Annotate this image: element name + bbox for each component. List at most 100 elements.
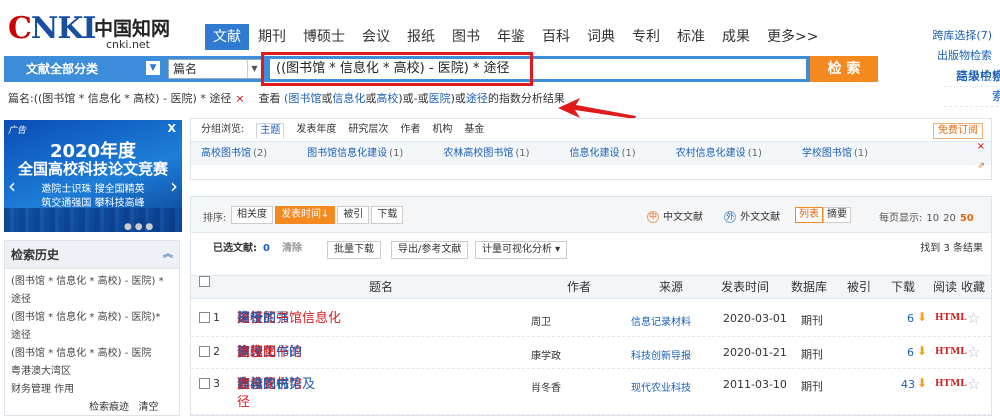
history-item[interactable]: 财务管理 作用 (5, 381, 179, 399)
view-list-button[interactable]: 列表 (795, 207, 823, 223)
row-author-link[interactable]: 周卫 (531, 313, 551, 328)
history-item[interactable]: (图书馆 * 信息化 * 高校) - 医院 (5, 345, 179, 363)
nav-item[interactable]: 专利 (624, 24, 668, 50)
chinese-docs-link[interactable]: 中中文文献 (647, 211, 703, 223)
row-source-link[interactable]: 科技创新导报 (631, 347, 691, 362)
free-subscribe-button[interactable]: 免费订阅 (933, 123, 983, 139)
row-read-html-link[interactable]: HTML (935, 313, 967, 323)
row-read-html-link[interactable]: HTML (935, 347, 967, 357)
col-db: 数据库 (791, 280, 828, 294)
view-abstract-button[interactable]: 摘要 (823, 207, 851, 223)
group-tab[interactable]: 发表年度 (296, 123, 336, 139)
nav-item[interactable]: 文献 (205, 24, 249, 50)
export-button[interactable]: 导出/参考文献 (391, 241, 469, 259)
nav-item[interactable]: 图书 (444, 24, 488, 50)
col-date[interactable]: 发表时间 (721, 276, 769, 298)
current-condition: 篇名:((图书馆 * 信息化 * 高校) - 医院) * 途径 (8, 92, 232, 105)
col-cited[interactable]: 被引 (847, 276, 871, 298)
history-item[interactable]: 粤港澳大湾区 (5, 363, 179, 381)
group-item[interactable]: 农村信息化建设 (1) (676, 148, 782, 159)
view-toggle: 列表 摘要 (795, 207, 851, 223)
download-icon[interactable]: ⬇ (917, 310, 927, 324)
clear-link[interactable]: 清除 (282, 243, 302, 254)
history-item[interactable]: (图书馆 * 信息化 * 高校) - 医院) * 途径 (5, 273, 179, 309)
close-icon[interactable]: × (977, 141, 985, 152)
sort-option[interactable]: 被引 (337, 206, 370, 224)
close-icon[interactable]: × (235, 92, 244, 105)
row-read-html-link[interactable]: HTML (935, 379, 967, 389)
group-tab[interactable]: 研究层次 (348, 123, 388, 139)
group-tab[interactable]: 作者 (400, 123, 420, 139)
index-analysis-link[interactable]: (图书馆或信息化或高校)或-或医院)或途径的指数分析结果 (284, 92, 565, 105)
nav-item[interactable]: 期刊 (250, 24, 294, 50)
cross-db-link[interactable]: 跨库选择(7) (932, 26, 992, 46)
favorite-star-icon[interactable]: ☆ (967, 375, 980, 393)
result-count: 找到 3 条结果 (920, 243, 983, 254)
row-author-link[interactable]: 肖冬香 (531, 379, 561, 394)
row-number: 1 (213, 311, 220, 324)
foreign-docs-link[interactable]: 外外文文献 (724, 211, 780, 223)
publication-search-link[interactable]: 出版物检索 (932, 46, 992, 66)
chevron-left-icon[interactable]: ‹ (8, 174, 16, 198)
ad-line1: 邀院士识珠 搜全国精英 (41, 184, 145, 195)
row-download-count[interactable]: 6 (907, 312, 914, 325)
favorite-star-icon[interactable]: ☆ (967, 343, 980, 361)
nav-item[interactable]: 报纸 (399, 24, 443, 50)
group-item[interactable]: 图书馆信息化建设 (1) (307, 148, 423, 159)
history-trace-link[interactable]: 检索痕迹 (89, 402, 129, 413)
col-download[interactable]: 下载 (891, 276, 915, 298)
nav-item[interactable]: 更多>> (759, 24, 826, 50)
nav-item[interactable]: 成果 (714, 24, 758, 50)
field-label: 篇名 (173, 62, 198, 76)
group-tab[interactable]: 基金 (464, 123, 484, 139)
visual-analysis-button[interactable]: 计量可视化分析 ▾ (475, 241, 568, 259)
chevron-right-icon[interactable]: › (170, 174, 178, 198)
carousel-dots[interactable]: ● ● ● (124, 222, 153, 232)
group-item[interactable]: 学校图书馆 (1) (802, 148, 888, 159)
group-item[interactable]: 信息化建设 (1) (570, 148, 656, 159)
row-source-link[interactable]: 信息记录材料 (631, 313, 691, 328)
row-author-link[interactable]: 康学政 (531, 347, 561, 362)
table-header: 题名 作者 来源 发表时间 数据库 被引 下载 阅读 收藏 (191, 275, 991, 299)
field-select[interactable]: 篇名 ▼ (168, 59, 262, 79)
search-button[interactable]: 检 索 (810, 56, 878, 82)
per-page-option[interactable]: 50 (960, 213, 974, 224)
history-clear-link[interactable]: 清空 (139, 402, 159, 413)
collapse-icon[interactable]: ︽ (163, 241, 173, 269)
col-title[interactable]: 题名 (369, 276, 393, 298)
advanced-search-link[interactable]: 高级检索 (944, 66, 1000, 87)
group-item[interactable]: 农林高校图书馆 (1) (443, 148, 549, 159)
row-source-link[interactable]: 现代农业科技 (631, 379, 691, 394)
selected-count: 0 (263, 243, 270, 254)
download-icon[interactable]: ⬇ (917, 344, 927, 358)
group-tab[interactable]: 机构 (432, 123, 452, 139)
group-tab[interactable]: 主题 (256, 123, 285, 139)
per-page-option[interactable]: 10 (926, 213, 939, 224)
row-download-count[interactable]: 43 (901, 378, 915, 391)
chart-icon[interactable]: ⇗ (977, 161, 985, 171)
nav-item[interactable]: 词典 (579, 24, 623, 50)
per-page: 每页显示: 10 20 50 (879, 209, 974, 224)
sort-option[interactable]: 下载 (371, 206, 404, 224)
ad-banner[interactable]: 广告 X 2020年度 全国高校科技论文竞赛 邀院士识珠 搜全国精英 筑交通强国… (4, 120, 182, 232)
scope-select[interactable]: 文献全部分类 ▼ (4, 56, 164, 82)
col-read: 阅读 (933, 280, 958, 294)
nav-item[interactable]: 百科 (534, 24, 578, 50)
nav-item[interactable]: 年鉴 (489, 24, 533, 50)
cnki-logo[interactable]: CNKI 中国知网 cnki.net (8, 12, 178, 52)
row-download-count[interactable]: 6 (907, 346, 914, 359)
nav-item[interactable]: 博硕士 (295, 24, 353, 50)
chevron-down-icon: ▼ (247, 60, 261, 78)
batch-download-button[interactable]: 批量下载 (327, 241, 381, 259)
favorite-star-icon[interactable]: ☆ (967, 309, 980, 327)
close-icon[interactable]: X (168, 122, 176, 135)
per-page-option[interactable]: 20 (943, 213, 956, 224)
nav-item[interactable]: 标准 (669, 24, 713, 50)
nav-item[interactable]: 会议 (354, 24, 398, 50)
group-item[interactable]: 高校图书馆 (2) (201, 148, 287, 159)
history-item[interactable]: (图书馆 * 信息化 * 高校) - 医院)* 途径 (5, 309, 179, 345)
download-icon[interactable]: ⬇ (917, 376, 927, 390)
row-title-link[interactable]: 农林 高校图书馆 参与农村 信息化 建设的优势及途径 (237, 376, 517, 410)
sort-option[interactable]: 发表时间↓ (275, 206, 336, 224)
sort-option[interactable]: 相关度 (231, 206, 273, 224)
